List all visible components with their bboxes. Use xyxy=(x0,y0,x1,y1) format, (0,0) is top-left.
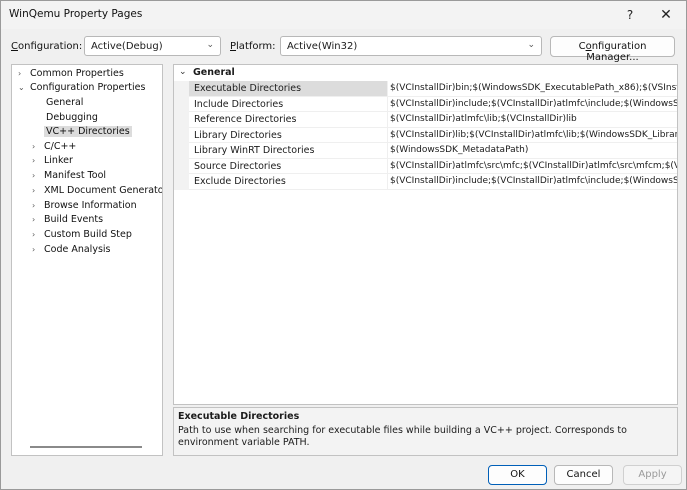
tree-item-general[interactable]: General xyxy=(46,97,83,111)
chevron-down-icon: ⌄ xyxy=(527,40,535,50)
close-icon: ✕ xyxy=(660,7,672,23)
tree-item-linker[interactable]: › Linker xyxy=(32,155,73,169)
category-label: General xyxy=(193,67,235,78)
tree-item-configuration-properties[interactable]: ⌄ Configuration Properties xyxy=(18,82,145,96)
property-name: Source Directories xyxy=(189,159,387,174)
chevron-right-icon[interactable]: › xyxy=(32,230,44,239)
description-text: Path to use when searching for executabl… xyxy=(178,425,627,448)
chevron-right-icon[interactable]: › xyxy=(32,186,44,195)
chevron-right-icon[interactable]: › xyxy=(18,69,30,78)
chevron-down-icon[interactable]: ⌄ xyxy=(179,67,187,77)
property-name: Include Directories xyxy=(189,97,387,112)
configuration-select-value: Active(Debug) xyxy=(91,41,163,52)
tree-item-c-cpp[interactable]: › C/C++ xyxy=(32,141,76,155)
property-name: Library WinRT Directories xyxy=(189,143,387,159)
property-row-library-directories[interactable]: Library Directories $(VCInstallDir)lib;$… xyxy=(174,127,677,143)
chevron-down-icon[interactable]: ⌄ xyxy=(18,83,30,92)
configuration-select[interactable]: Active(Debug) ⌄ xyxy=(84,36,221,56)
property-name: Reference Directories xyxy=(189,112,387,128)
platform-label: Platform: xyxy=(230,41,276,52)
property-value[interactable]: $(VCInstallDir)atlmfc\src\mfc;$(VCInstal… xyxy=(387,158,677,174)
property-row-source-directories[interactable]: Source Directories $(VCInstallDir)atlmfc… xyxy=(174,158,677,174)
configuration-manager-button[interactable]: Configuration Manager... xyxy=(550,36,675,63)
property-value[interactable]: $(VCInstallDir)include;$(VCInstallDir)at… xyxy=(387,96,677,112)
property-name: Executable Directories xyxy=(189,81,387,97)
property-value[interactable]: $(WindowsSDK_MetadataPath) xyxy=(387,143,677,159)
help-icon: ? xyxy=(626,8,634,22)
property-tree[interactable]: › Common Properties ⌄ Configuration Proper… xyxy=(11,64,163,456)
tree-item-build-events[interactable]: › Build Events xyxy=(32,214,103,228)
ok-button[interactable]: OK xyxy=(488,465,547,485)
tree-item-xml-document-generator[interactable]: › XML Document Generator xyxy=(32,185,162,199)
tree-item-manifest-tool[interactable]: › Manifest Tool xyxy=(32,170,106,184)
chevron-right-icon[interactable]: › xyxy=(32,215,44,224)
chevron-right-icon[interactable]: › xyxy=(32,201,44,210)
platform-select[interactable]: Active(Win32) ⌄ xyxy=(280,36,542,56)
horizontal-scrollbar[interactable] xyxy=(30,446,142,448)
property-row-reference-directories[interactable]: Reference Directories $(VCInstallDir)atl… xyxy=(174,112,677,128)
property-pages-window: WinQemu Property Pages ? ✕ Configuration… xyxy=(0,0,687,490)
property-row-include-directories[interactable]: Include Directories $(VCInstallDir)inclu… xyxy=(174,96,677,112)
category-general[interactable]: ⌄ General xyxy=(174,67,677,81)
window-title: WinQemu Property Pages xyxy=(9,8,143,20)
property-name: Library Directories xyxy=(189,128,387,143)
chevron-right-icon[interactable]: › xyxy=(32,171,44,180)
tree-item-code-analysis[interactable]: › Code Analysis xyxy=(32,244,110,258)
tree-item-vc-directories[interactable]: VC++ Directories xyxy=(44,126,132,140)
property-value[interactable]: $(VCInstallDir)include;$(VCInstallDir)at… xyxy=(387,174,677,190)
description-title: Executable Directories xyxy=(178,411,300,422)
configuration-label: Configuration: xyxy=(11,41,83,52)
chevron-down-icon: ⌄ xyxy=(206,40,214,50)
property-value[interactable]: $(VCInstallDir)atlmfc\lib;$(VCInstallDir… xyxy=(387,112,677,128)
chevron-right-icon[interactable]: › xyxy=(32,142,44,151)
property-row-executable-directories[interactable]: Executable Directories $(VCInstallDir)bi… xyxy=(174,81,677,97)
property-value[interactable]: $(VCInstallDir)bin;$(WindowsSDK_Executab… xyxy=(387,81,677,97)
title-bar: WinQemu Property Pages ? ✕ xyxy=(1,1,686,29)
property-grid[interactable]: ⌄ General Executable Directories $(VCIns… xyxy=(173,64,678,405)
chevron-right-icon[interactable]: › xyxy=(32,245,44,254)
property-row-exclude-directories[interactable]: Exclude Directories $(VCInstallDir)inclu… xyxy=(174,174,677,190)
property-value[interactable]: $(VCInstallDir)lib;$(VCInstallDir)atlmfc… xyxy=(387,127,677,143)
cancel-button[interactable]: Cancel xyxy=(554,465,613,485)
apply-button[interactable]: Apply xyxy=(623,465,682,485)
property-row-library-winrt-directories[interactable]: Library WinRT Directories $(WindowsSDK_M… xyxy=(174,143,677,159)
tree-item-browse-information[interactable]: › Browse Information xyxy=(32,200,137,214)
tree-item-debugging[interactable]: Debugging xyxy=(46,112,98,126)
chevron-right-icon[interactable]: › xyxy=(32,156,44,165)
platform-select-value: Active(Win32) xyxy=(287,41,358,52)
tree-item-common-properties[interactable]: › Common Properties xyxy=(18,68,124,82)
close-button[interactable]: ✕ xyxy=(645,1,687,29)
configuration-bar: Configuration: Active(Debug) ⌄ Platform:… xyxy=(1,35,686,63)
description-panel: Executable Directories Path to use when … xyxy=(173,407,678,456)
property-name: Exclude Directories xyxy=(189,174,387,190)
tree-item-custom-build-step[interactable]: › Custom Build Step xyxy=(32,229,132,243)
